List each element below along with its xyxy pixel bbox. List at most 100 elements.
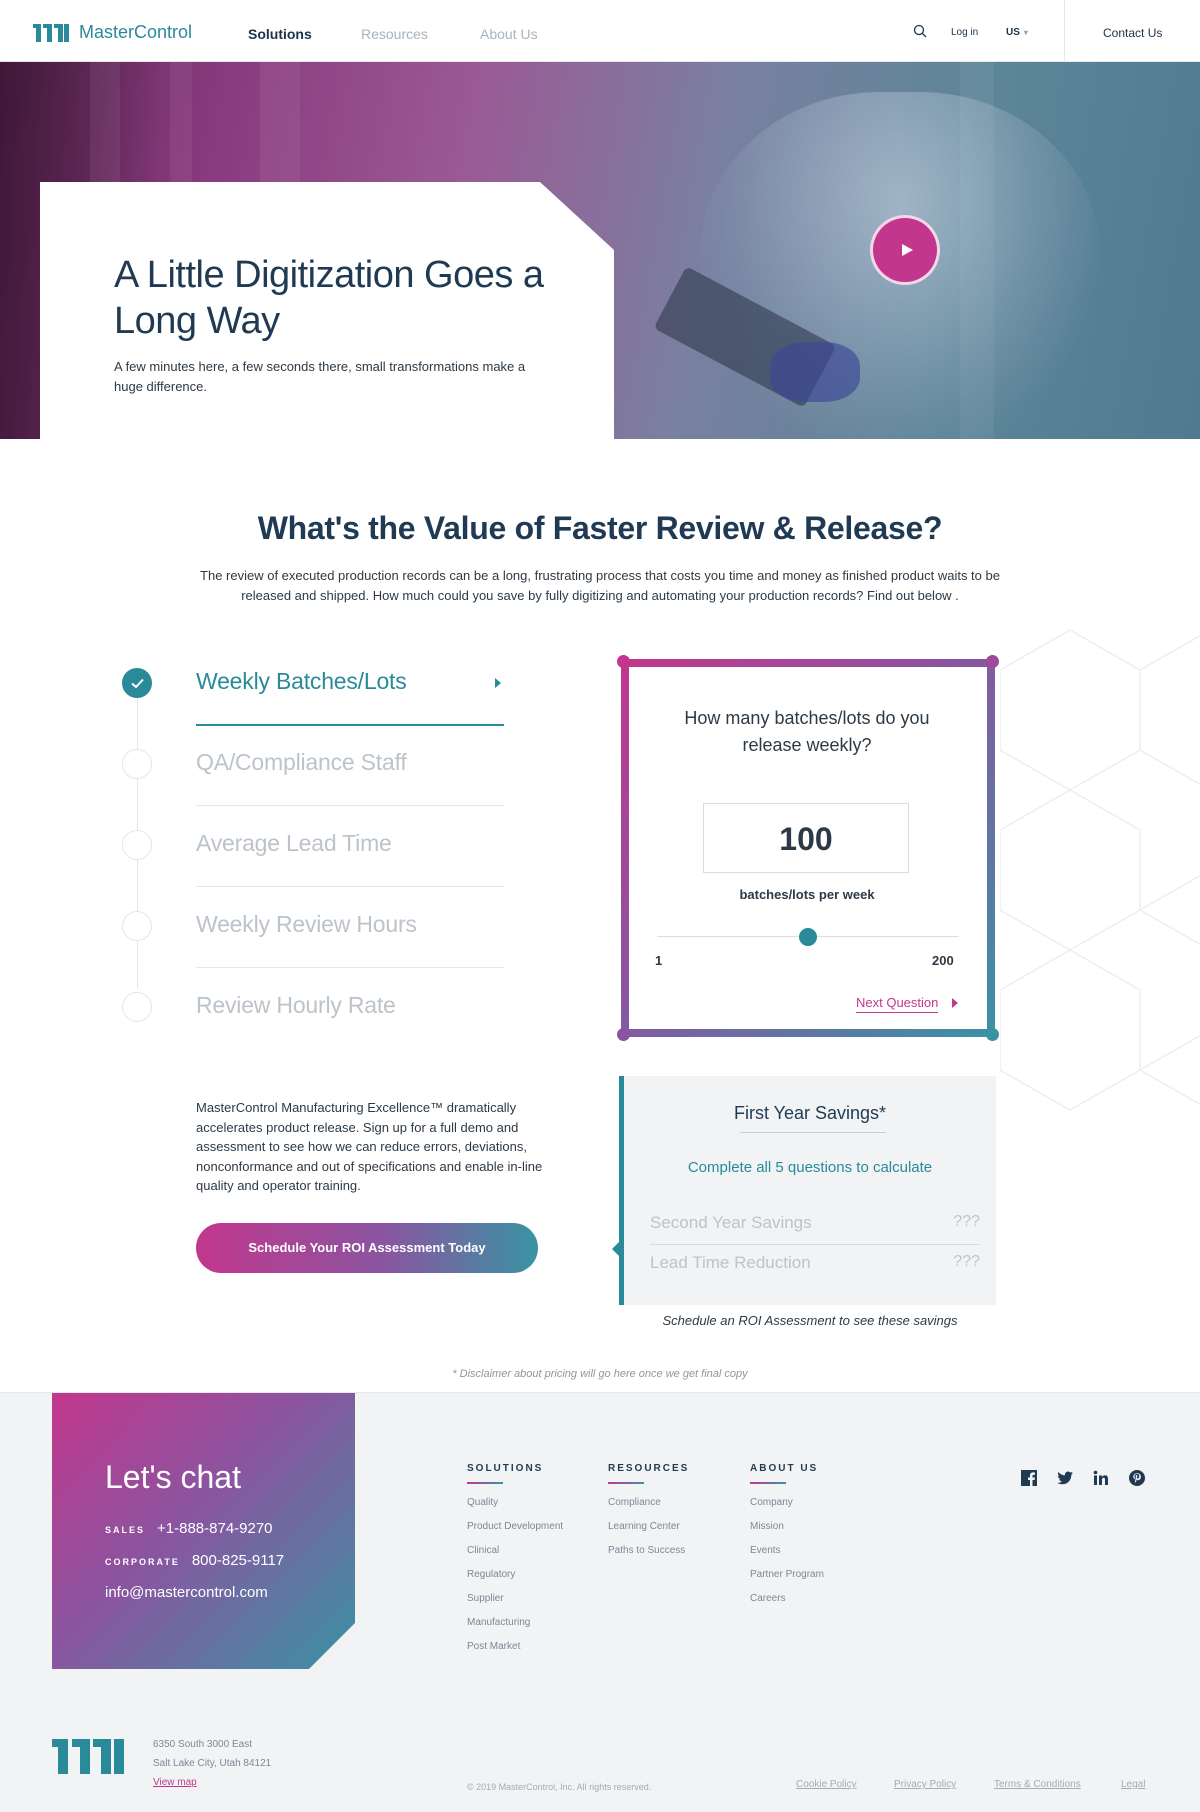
step-label: Review Hourly Rate [196,992,396,1018]
savings-complete-message: Complete all 5 questions to calculate [687,1159,933,1176]
nav-about-us[interactable]: About Us [480,26,538,42]
step-weekly-batches[interactable]: Weekly Batches/Lots [120,656,510,737]
lets-chat-card: Let's chat SALES +1-888-874-9270 CORPORAT… [52,1393,355,1669]
legal-link[interactable]: Legal [1121,1779,1145,1790]
hero: A Little Digitization Goes a Long Way A … [0,62,1200,439]
pricing-disclaimer: * Disclaimer about pricing will go here … [452,1368,748,1380]
sales-phone[interactable]: SALES +1-888-874-9270 [105,1520,273,1537]
footer-link[interactable]: Regulatory [467,1569,563,1580]
play-video-button[interactable] [870,215,940,285]
chevron-right-icon[interactable] [952,998,958,1008]
header-divider [1064,0,1065,62]
frame-corner-dot [617,655,630,668]
step-underline [196,805,504,806]
schedule-roi-button[interactable]: Schedule Your ROI Assessment Today [196,1223,538,1273]
calculator-question: How many batches/lots do you release wee… [684,708,930,755]
step-label: Average Lead Time [196,830,392,856]
company-address: 6350 South 3000 East Salt Lake City, Uta… [153,1735,271,1792]
savings-row-lead-time: Lead Time Reduction ??? [650,1245,980,1285]
login-link[interactable]: Log in [951,27,978,38]
footer-link[interactable]: Careers [750,1593,824,1604]
savings-row-second-year: Second Year Savings ??? [650,1205,980,1245]
privacy-policy-link[interactable]: Privacy Policy [894,1779,956,1790]
step-label: Weekly Review Hours [196,911,417,937]
footer-link[interactable]: Events [750,1545,824,1556]
locale-selector[interactable]: US ▾ [1006,27,1028,38]
footer-heading-underline [467,1482,503,1484]
sales-label: SALES [105,1525,146,1535]
search-icon[interactable] [913,24,927,38]
frame-corner-dot [986,1028,999,1041]
savings-row-label: Lead Time Reduction [650,1253,811,1272]
email-link[interactable]: info@mastercontrol.com [105,1584,268,1601]
footer-link[interactable]: Supplier [467,1593,563,1604]
step-status-dot [122,668,152,698]
brand-logo[interactable]: MasterControl [33,20,192,44]
footer-link[interactable]: Compliance [608,1497,689,1508]
step-underline [196,724,504,726]
footer-column-heading: RESOURCES [608,1463,690,1474]
corporate-phone-number: 800-825-9117 [191,1552,285,1569]
footer-link[interactable]: Manufacturing [467,1617,563,1628]
hero-subtitle: A few minutes here, a few seconds there,… [114,359,526,394]
play-icon [901,244,913,256]
twitter-icon[interactable] [1056,1469,1074,1487]
cookie-policy-link[interactable]: Cookie Policy [796,1779,857,1790]
terms-conditions-link[interactable]: Terms & Conditions [994,1779,1081,1790]
step-label: Weekly Batches/Lots [196,668,407,694]
footer-column-solutions: SOLUTIONS Quality Product Development Cl… [467,1463,563,1652]
calculator-card: How many batches/lots do you release wee… [617,655,999,1041]
facebook-icon[interactable] [1020,1469,1038,1487]
footer-link[interactable]: Company [750,1497,824,1508]
footer-link[interactable]: Mission [750,1521,824,1532]
savings-row-value: ??? [953,1253,980,1270]
step-status-dot [122,749,152,779]
footer-column-about-us: ABOUT US Company Mission Events Partner … [750,1463,824,1604]
footer-link[interactable]: Partner Program [750,1569,824,1580]
check-icon [131,678,144,689]
nav-solutions[interactable]: Solutions [248,26,312,42]
footer-link[interactable]: Learning Center [608,1521,689,1532]
page: MasterControl Solutions Resources About … [0,0,1200,1812]
next-question-button[interactable]: Next Question [856,995,939,1013]
step-review-hourly-rate[interactable]: Review Hourly Rate [120,980,510,1061]
footer-link[interactable]: Post Market [467,1641,563,1652]
address-line: 6350 South 3000 East [153,1739,252,1750]
batches-value-input[interactable]: 100 [703,803,909,873]
savings-title-underline [740,1132,886,1133]
site-footer: Let's chat SALES +1-888-874-9270 CORPORAT… [0,1392,1200,1812]
brand-name: MasterControl [79,21,193,42]
hero-photo-glove [770,342,860,402]
batches-slider-thumb[interactable] [799,928,817,946]
nav-resources[interactable]: Resources [361,26,428,42]
pinterest-icon[interactable] [1128,1469,1146,1487]
footer-link[interactable]: Product Development [467,1521,563,1532]
step-status-dot [122,992,152,1022]
mastercontrol-logo-icon[interactable] [52,1736,128,1774]
mastercontrol-logo-icon [33,24,69,42]
view-map-link[interactable]: View map [153,1773,271,1792]
footer-link[interactable]: Clinical [467,1545,563,1556]
corporate-phone[interactable]: CORPORATE 800-825-9117 [105,1552,284,1569]
step-label: QA/Compliance Staff [196,749,407,775]
footer-link[interactable]: Paths to Success [608,1545,689,1556]
footer-link[interactable]: Quality [467,1497,563,1508]
footer-heading-underline [750,1482,786,1484]
step-status-dot [122,830,152,860]
linkedin-icon[interactable] [1092,1469,1110,1487]
footer-column-heading: SOLUTIONS [467,1463,544,1474]
step-weekly-review-hours[interactable]: Weekly Review Hours [120,899,510,980]
step-qa-compliance-staff[interactable]: QA/Compliance Staff [120,737,510,818]
locale-label: US [1006,27,1020,38]
chat-title: Let's chat [105,1459,241,1495]
address-line: Salt Lake City, Utah 84121 [153,1758,272,1769]
step-status-dot [122,911,152,941]
slider-min-label: 1 [655,953,663,968]
footer-heading-underline [608,1482,644,1484]
step-underline [196,967,504,968]
sales-phone-number: +1-888-874-9270 [157,1520,273,1537]
step-average-lead-time[interactable]: Average Lead Time [120,818,510,899]
hero-title: A Little Digitization Goes a Long Way [114,254,544,342]
slider-max-label: 200 [932,953,954,968]
contact-us-link[interactable]: Contact Us [1103,26,1162,40]
